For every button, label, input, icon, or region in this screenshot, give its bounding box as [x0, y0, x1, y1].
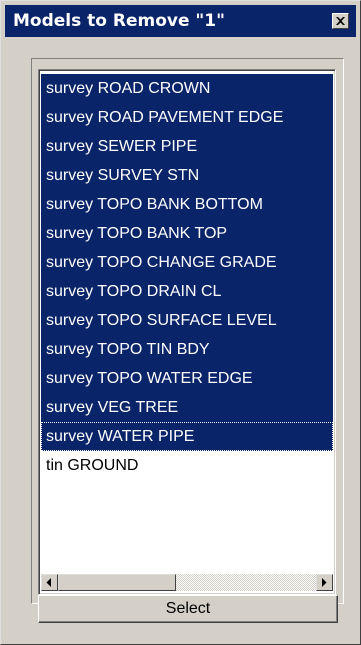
title-bar[interactable]: Models to Remove "1"	[5, 5, 356, 37]
list-item[interactable]: survey SEWER PIPE	[41, 132, 333, 161]
scroll-thumb[interactable]	[58, 574, 176, 591]
list-item[interactable]: survey TOPO DRAIN CL	[41, 277, 333, 306]
list-item[interactable]: survey VEG TREE	[41, 393, 333, 422]
list-item[interactable]: survey ROAD PAVEMENT EDGE	[41, 103, 333, 132]
list-item[interactable]: survey SURVEY STN	[41, 161, 333, 190]
close-button[interactable]	[332, 13, 349, 29]
list-item[interactable]: survey TOPO BANK TOP	[41, 219, 333, 248]
list-item[interactable]: survey TOPO SURFACE LEVEL	[41, 306, 333, 335]
list-item[interactable]: survey TOPO TIN BDY	[41, 335, 333, 364]
select-button[interactable]: Select	[38, 595, 338, 623]
scroll-right-button[interactable]	[316, 574, 333, 591]
list-item[interactable]: survey ROAD CROWN	[41, 74, 333, 103]
list-item[interactable]: survey TOPO WATER EDGE	[41, 364, 333, 393]
horizontal-scrollbar[interactable]	[41, 574, 333, 591]
arrow-right-icon	[322, 578, 327, 587]
list-item[interactable]: survey TOPO CHANGE GRADE	[41, 248, 333, 277]
arrow-left-icon	[46, 578, 51, 587]
close-icon	[336, 17, 345, 25]
scroll-left-button[interactable]	[41, 574, 58, 591]
list-item[interactable]: tin GROUND	[41, 451, 333, 480]
models-to-remove-dialog: Models to Remove "1" survey ROAD CROWN su…	[0, 0, 361, 645]
list-item[interactable]: survey TOPO BANK BOTTOM	[41, 190, 333, 219]
window-title: Models to Remove "1"	[13, 11, 225, 31]
list-item[interactable]: survey WATER PIPE	[41, 422, 333, 451]
models-listbox[interactable]: survey ROAD CROWN survey ROAD PAVEMENT ED…	[38, 69, 336, 595]
models-list: survey ROAD CROWN survey ROAD PAVEMENT ED…	[41, 74, 333, 480]
